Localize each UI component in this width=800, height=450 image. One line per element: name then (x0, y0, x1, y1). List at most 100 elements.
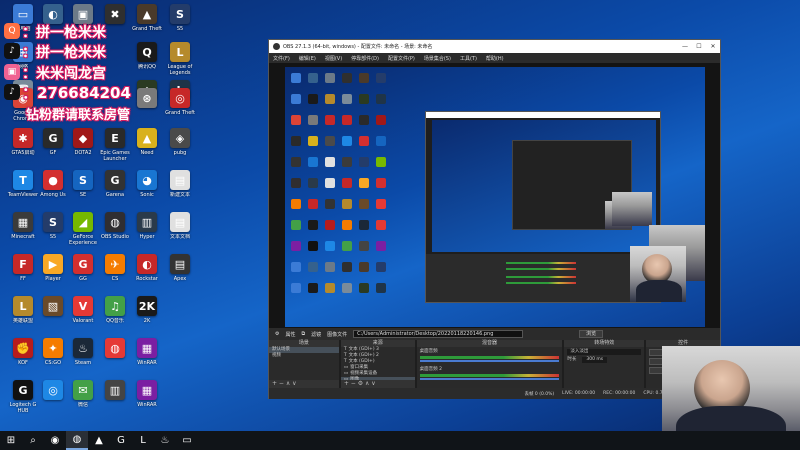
maximize-icon[interactable]: ☐ (692, 43, 706, 50)
desktop-icon[interactable]: G Garena (98, 170, 132, 204)
desktop-icon[interactable]: ◎ Grand Theft (163, 88, 197, 122)
browse-button[interactable]: 浏览 (579, 330, 604, 338)
overlay-line-2: ：拼一枪米米 (22, 45, 106, 61)
menu-item[interactable]: 停靠部件(D) (351, 55, 379, 62)
menu-item[interactable]: 场景集合(S) (424, 55, 451, 62)
overlay-line-5: 钻粉群请联系房管 (26, 108, 131, 123)
desktop-icon-label: Need (140, 150, 154, 156)
desktop-icon[interactable]: ▲ Need (130, 128, 164, 162)
obs-window[interactable]: OBS 27.1.3 (64-bit, windows) - 配置文件: 未命名… (268, 39, 721, 399)
desktop-icon[interactable]: S SE (66, 170, 100, 204)
close-icon[interactable]: ✕ (706, 43, 720, 50)
desktop-icon[interactable]: ▥ (98, 380, 132, 414)
desktop-icon-label: 文本文档 (169, 234, 190, 240)
taskbar-start-button-icon[interactable]: ⊞ (0, 431, 22, 450)
image-file-label: 图像文件 (327, 331, 348, 338)
desktop-icon[interactable]: Q 腾讯QQ (130, 42, 164, 76)
desktop-icon-label: Hyper (139, 234, 155, 240)
desktop-icon[interactable]: ◢ GeForce Experience (66, 212, 100, 246)
desktop-icon[interactable]: ▥ Hyper (130, 212, 164, 246)
desktop-icon[interactable]: G GG (66, 254, 100, 288)
app-icon: ▥ (137, 212, 157, 232)
obs-titlebar[interactable]: OBS 27.1.3 (64-bit, windows) - 配置文件: 未命名… (269, 40, 720, 53)
desktop-icon-label: Steam (74, 360, 92, 366)
menu-item[interactable]: 帮助(H) (486, 55, 504, 62)
taskbar-search-button-icon[interactable]: ⌕ (22, 431, 44, 450)
taskbar-app-g-icon[interactable]: G (110, 431, 132, 450)
obs-docks: 场景 默认场景 视频 + − ∧ ∨ 来源 T 文本 (GDI+) 3 T 文本 (G… (269, 340, 720, 388)
desktop-icon[interactable]: ▤ 新建文本 (163, 170, 197, 204)
preview-app-icon (359, 283, 369, 293)
desktop-icon[interactable]: ▤ Apex (163, 254, 197, 288)
desktop-icon[interactable]: ✉ 微信 (66, 380, 100, 414)
taskbar-app-orange-icon[interactable]: ▲ (88, 431, 110, 450)
sources-dock-controls[interactable]: + − ⚙ ∧ ∨ (340, 380, 415, 388)
desktop-icon[interactable]: ▦ WinRAR (130, 338, 164, 372)
properties-button[interactable]: 属性 (285, 331, 295, 338)
volume-slider[interactable] (419, 378, 560, 380)
preview-app-icon (342, 283, 352, 293)
preview-app-icon (325, 136, 335, 146)
taskbar-chrome-icon[interactable]: ◉ (44, 431, 66, 450)
menu-item[interactable]: 文件(F) (273, 55, 290, 62)
desktop-icon-label: OBS Studio (101, 234, 129, 240)
image-path-field[interactable]: C:/Users/Administrator/Desktop/202201182… (353, 330, 524, 338)
desktop-icon[interactable]: ◐ Rockstar (130, 254, 164, 288)
scene-item[interactable]: 视频 (269, 353, 339, 359)
volume-slider[interactable] (419, 360, 560, 362)
desktop-icon[interactable]: ▤ 文本文档 (163, 212, 197, 246)
menu-item[interactable]: 编辑(E) (299, 55, 316, 62)
preview-app-icon (325, 262, 335, 272)
duration-row: 时长 300 ms (564, 357, 644, 363)
desktop-icon[interactable]: ◕ Sonic (130, 170, 164, 204)
menu-item[interactable]: 视图(V) (325, 55, 342, 62)
desktop-icon-label (129, 110, 165, 122)
preview-app-icon (342, 220, 352, 230)
duration-field[interactable]: 300 ms (582, 357, 608, 363)
desktop-icon[interactable]: 2K 2K (130, 296, 164, 330)
app-icon: ▧ (43, 296, 63, 316)
menu-item[interactable]: 配置文件(P) (388, 55, 415, 62)
menu-item[interactable]: 工具(T) (460, 55, 477, 62)
desktop-icon[interactable]: ▦ WinRAR (130, 380, 164, 414)
taskbar-obs-icon[interactable]: ◍ (66, 431, 88, 450)
taskbar-app-lol-icon[interactable]: L (132, 431, 154, 450)
preview-app-icon (291, 178, 301, 188)
desktop-icon[interactable]: ✈ CS (98, 254, 132, 288)
webcam-feed-small (630, 246, 686, 302)
desktop-icon-label: CS (111, 276, 119, 282)
app-icon: G (105, 170, 125, 190)
audio-mixer-dock: 混音器 桌面音频 桌面音频 2 (416, 340, 563, 388)
app-icon: L (13, 296, 33, 316)
preview-app-icon (291, 136, 301, 146)
mixer-track-name: 桌面音频 (419, 349, 438, 354)
desktop-icon[interactable]: E Epic Games Launcher (98, 128, 132, 162)
desktop-icon[interactable]: ◍ (98, 338, 132, 372)
app-icon: ◍ (105, 338, 125, 358)
desktop-icon[interactable]: ◈ pubg (163, 128, 197, 162)
app-icon: T (13, 170, 33, 190)
desktop-icon[interactable]: ⊛ (130, 88, 164, 122)
transition-select[interactable]: 淡入淡出 (567, 349, 642, 355)
app-icon: ▦ (137, 338, 157, 358)
obs-menubar: 文件(F) 编辑(E) 视图(V) 停靠部件(D) 配置文件(P) 场景集合(S) 工具(T… (269, 53, 720, 63)
desktop-icon[interactable]: ◆ DOTA2 (66, 128, 100, 162)
desktop-icon[interactable]: S S5 (163, 4, 197, 38)
desktop-icon[interactable]: ▲ Grand Theft (130, 4, 164, 38)
taskbar-steam-icon[interactable]: ♨ (154, 431, 176, 450)
minimize-icon[interactable]: — (678, 43, 692, 50)
desktop-icon[interactable]: L League of Legends (163, 42, 197, 76)
desktop-icon[interactable]: ◍ OBS Studio (98, 212, 132, 246)
taskbar-explorer-icon[interactable]: ▭ (176, 431, 198, 450)
scenes-dock-controls[interactable]: + − ∧ ∨ (269, 380, 339, 388)
filter-icon[interactable]: ⧉ (302, 331, 306, 337)
gear-icon[interactable]: ⚙ (275, 331, 279, 337)
app-icon: ✊ (13, 338, 33, 358)
app-icon: ♨ (73, 338, 93, 358)
desktop-icon[interactable]: V Valorant (66, 296, 100, 330)
filters-button[interactable]: 滤镜 (311, 331, 321, 338)
app-icon: ◆ (73, 128, 93, 148)
desktop-icon[interactable]: ♨ Steam (66, 338, 100, 372)
desktop-icon[interactable]: ♫ QQ音乐 (98, 296, 132, 330)
app-icon: ▦ (137, 380, 157, 400)
